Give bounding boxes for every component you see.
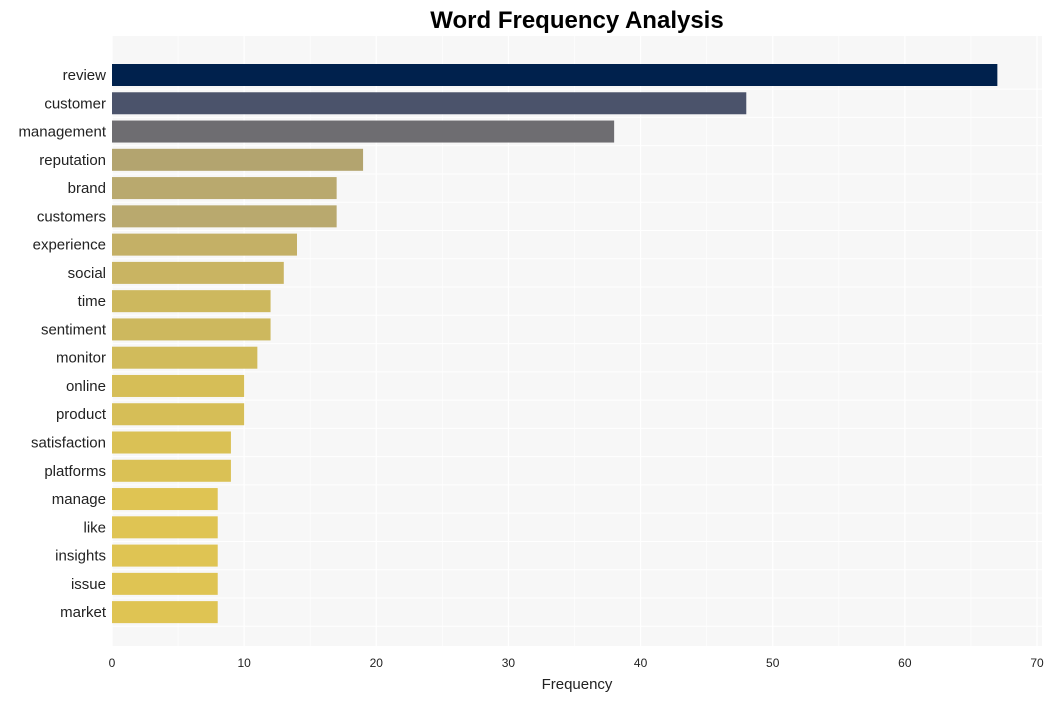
bar-issue bbox=[112, 572, 218, 595]
y-tick-label: market bbox=[60, 604, 107, 621]
y-tick-label: experience bbox=[33, 237, 106, 254]
bar-satisfaction bbox=[112, 431, 231, 454]
bar-reputation bbox=[112, 148, 364, 171]
bar-online bbox=[112, 374, 245, 397]
y-tick-label: customers bbox=[37, 208, 106, 225]
x-tick-label: 70 bbox=[1030, 656, 1044, 670]
x-tick-label: 60 bbox=[898, 656, 912, 670]
y-tick-label: satisfaction bbox=[31, 435, 106, 452]
y-tick-label: time bbox=[78, 293, 106, 310]
y-tick-label: like bbox=[83, 519, 106, 536]
bar-brand bbox=[112, 177, 337, 200]
x-tick-label: 10 bbox=[237, 656, 251, 670]
bar-management bbox=[112, 120, 615, 143]
bar-time bbox=[112, 290, 271, 313]
bar-experience bbox=[112, 233, 297, 256]
bar-product bbox=[112, 403, 245, 426]
y-tick-label: monitor bbox=[56, 350, 106, 367]
y-tick-label: manage bbox=[52, 491, 106, 508]
bar-insights bbox=[112, 544, 218, 567]
x-tick-label: 50 bbox=[766, 656, 780, 670]
y-tick-label: online bbox=[66, 378, 106, 395]
y-tick-label: brand bbox=[68, 180, 106, 197]
bar-platforms bbox=[112, 459, 231, 482]
y-axis-labels: review customer management reputation brand c… bbox=[18, 67, 106, 621]
x-tick-label: 0 bbox=[109, 656, 116, 670]
y-tick-label: product bbox=[56, 406, 107, 423]
x-tick-label: 40 bbox=[634, 656, 648, 670]
chart-title: Word Frequency Analysis bbox=[430, 7, 723, 34]
bar-like bbox=[112, 516, 218, 539]
x-axis-ticks: 0 10 20 30 40 50 60 70 bbox=[109, 656, 1044, 670]
bar-customer bbox=[112, 92, 747, 115]
bar-customers bbox=[112, 205, 337, 228]
bar-sentiment bbox=[112, 318, 271, 341]
bar-social bbox=[112, 261, 284, 284]
x-axis-label: Frequency bbox=[542, 676, 613, 693]
y-tick-label: reputation bbox=[39, 152, 106, 169]
x-tick-label: 20 bbox=[370, 656, 384, 670]
y-tick-label: customer bbox=[44, 95, 106, 112]
bar-monitor bbox=[112, 346, 258, 369]
y-tick-label: management bbox=[18, 124, 106, 141]
bar-market bbox=[112, 601, 218, 624]
word-frequency-chart: review customer management reputation brand c… bbox=[18, 7, 1044, 693]
y-tick-label: insights bbox=[55, 548, 106, 565]
bar-review bbox=[112, 64, 998, 86]
y-tick-label: issue bbox=[71, 576, 106, 593]
bar-manage bbox=[112, 488, 218, 511]
y-tick-label: social bbox=[68, 265, 106, 282]
y-tick-label: platforms bbox=[44, 463, 106, 480]
x-tick-label: 30 bbox=[502, 656, 516, 670]
y-tick-label: review bbox=[63, 67, 107, 84]
y-tick-label: sentiment bbox=[41, 321, 107, 338]
